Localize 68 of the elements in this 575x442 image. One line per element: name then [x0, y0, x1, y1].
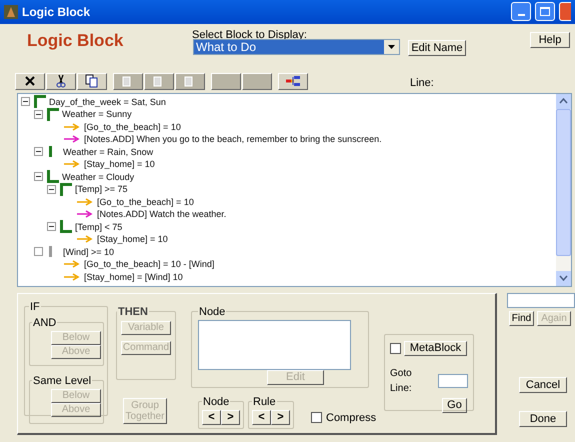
dropdown-value: What to Do — [194, 40, 384, 54]
tree-item[interactable]: [Go_to_the_beach] = 10 — [97, 196, 194, 208]
cut-icon — [54, 74, 68, 88]
group-label: THEN — [117, 304, 149, 320]
scroll-thumb[interactable] — [556, 108, 571, 256]
tree-item[interactable]: [Go_to_the_beach] = 10 - [Wind] — [84, 258, 214, 270]
tree-item[interactable]: [Temp] < 75 — [75, 220, 122, 233]
tree-item[interactable]: [Temp] >= 75 — [75, 183, 128, 196]
tree-item[interactable]: [Stay_home] = [Wind] 10 — [84, 270, 183, 283]
group-label: Rule — [252, 394, 277, 410]
compress-checkbox[interactable] — [311, 412, 322, 424]
group-label: Node — [198, 304, 226, 320]
next-button[interactable]: > — [271, 410, 290, 426]
help-button[interactable]: Help — [530, 32, 570, 48]
goto-line-label: Goto Line: — [390, 366, 413, 396]
toolbar-button[interactable] — [77, 72, 107, 90]
node-text-area[interactable] — [198, 320, 351, 370]
group-label: AND — [32, 316, 58, 331]
window-title: Logic Block — [22, 4, 92, 21]
tree-item[interactable]: [Wind] >= 10 — [63, 246, 114, 258]
scrollbar[interactable] — [556, 94, 571, 286]
tree-item[interactable]: [Notes.ADD] When you go to the beach, remember to bring the sunscreen. — [84, 133, 382, 146]
group-label: Node — [202, 394, 230, 410]
tree-item[interactable]: Weather = Rain, Snow — [63, 146, 154, 158]
scroll-down-icon[interactable] — [559, 275, 568, 282]
previous-button[interactable]: < — [202, 410, 221, 426]
collapse-toggle-icon[interactable] — [47, 222, 56, 232]
minimize-button[interactable] — [511, 2, 531, 22]
tree-item[interactable]: [Notes.ADD] Watch the weather. — [97, 208, 226, 220]
find-button[interactable]: Find — [509, 310, 534, 326]
collapse-toggle-icon[interactable] — [47, 184, 56, 194]
compress-label: Compress — [326, 410, 376, 426]
scroll-up-icon[interactable] — [559, 98, 568, 104]
delete-icon — [23, 74, 37, 88]
copy-icon — [85, 74, 99, 88]
toolbar-button[interactable] — [278, 72, 308, 90]
maximize-button[interactable] — [535, 2, 555, 22]
app-icon — [4, 4, 18, 19]
edit-name-button[interactable]: Edit Name — [408, 40, 466, 56]
tree-item[interactable]: Weather = Sunny — [62, 108, 132, 120]
block-dropdown[interactable]: What to Do — [193, 38, 400, 55]
collapse-toggle-icon[interactable] — [34, 172, 43, 182]
group-label: IF — [29, 300, 41, 315]
expand-toggle-icon[interactable] — [34, 247, 43, 256]
metablock-button[interactable]: MetaBlock — [404, 340, 467, 356]
tree-item[interactable]: Weather = Cloudy — [62, 170, 134, 183]
goto-line-field[interactable] — [438, 374, 468, 388]
toolbar-button[interactable] — [46, 72, 76, 90]
tree-item[interactable]: [Stay_home] = 10 — [84, 158, 155, 170]
find-field[interactable] — [507, 292, 575, 308]
collapse-toggle-icon[interactable] — [34, 110, 43, 119]
done-button[interactable]: Done — [519, 410, 567, 427]
toolbar-button[interactable] — [15, 72, 45, 90]
next-button[interactable]: > — [221, 410, 240, 426]
tree-item[interactable]: [Stay_home] = 10 — [97, 233, 168, 246]
previous-button[interactable]: < — [252, 410, 271, 426]
group-label: Same Level — [32, 374, 92, 389]
tree-item[interactable]: [Go_to_the_beach] = 10 — [84, 120, 181, 133]
tree-icon — [285, 74, 301, 88]
go-button[interactable]: Go — [442, 398, 467, 413]
collapse-toggle-icon[interactable] — [21, 97, 30, 106]
collapse-toggle-icon[interactable] — [34, 147, 43, 156]
app-heading: Logic Block — [27, 30, 124, 52]
metablock-checkbox[interactable] — [390, 342, 401, 354]
close-button[interactable] — [559, 2, 571, 22]
cancel-button[interactable]: Cancel — [519, 376, 567, 393]
line-label: Line: — [410, 76, 434, 91]
tree-item[interactable]: Day_of_the_week = Sat, Sun — [49, 96, 166, 108]
